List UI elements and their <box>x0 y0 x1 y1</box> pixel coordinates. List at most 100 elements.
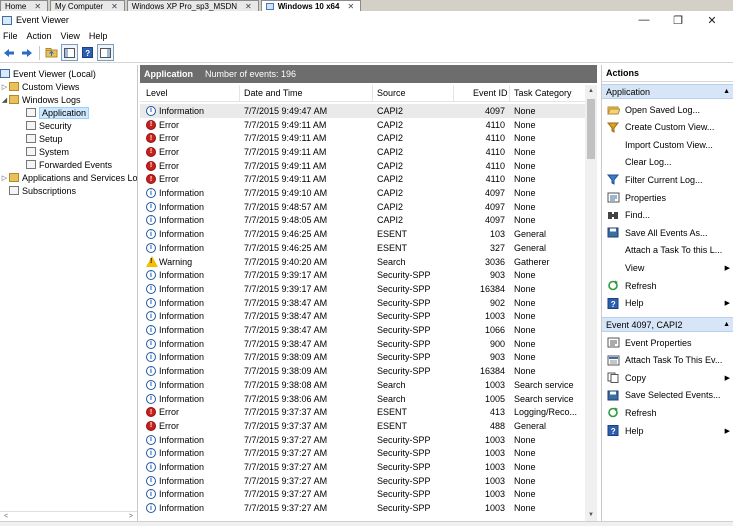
menu-file[interactable]: File <box>0 31 24 41</box>
table-row[interactable]: i Information 7/7/2015 9:37:27 AM Security-… <box>140 447 585 461</box>
tree-event-viewer-local[interactable]: Event Viewer (Local) <box>0 67 96 80</box>
table-row[interactable]: ! Error 7/7/2015 9:37:37 AM ESENT 413 Logging… <box>140 405 585 419</box>
action-item[interactable]: Attach Task To This Ev... <box>602 352 733 369</box>
table-row[interactable]: i Information 7/7/2015 9:38:08 AM Search 100… <box>140 378 585 392</box>
table-row[interactable]: ! Error 7/7/2015 9:49:11 AM CAPI2 4110 None <box>140 131 585 145</box>
table-row[interactable]: i Information 7/7/2015 9:38:09 AM Security-… <box>140 351 585 365</box>
column-level[interactable]: Level <box>146 88 168 98</box>
action-item[interactable]: View ▶ <box>602 259 733 276</box>
actions-section-application[interactable]: Application ▲ <box>602 84 733 99</box>
tree-horizontal-scrollbar[interactable]: < > <box>0 511 137 521</box>
tree-log-forwarded-events[interactable]: Forwarded Events <box>26 158 112 171</box>
event-grid-scrollbar[interactable]: ▲ ▼ <box>585 85 597 521</box>
tree-log-security[interactable]: Security <box>26 119 72 132</box>
table-row[interactable]: ! Error 7/7/2015 9:49:11 AM CAPI2 4110 None <box>140 145 585 159</box>
table-row[interactable]: i Information 7/7/2015 9:37:27 AM Security-… <box>140 433 585 447</box>
column-divider[interactable] <box>509 85 510 102</box>
tree-custom-views[interactable]: ▷ Custom Views <box>1 80 80 93</box>
table-row[interactable]: i Information 7/7/2015 9:38:47 AM Security-… <box>140 310 585 324</box>
actions-section-event[interactable]: Event 4097, CAPI2 ▲ <box>602 317 733 332</box>
scroll-left-icon[interactable]: < <box>4 513 8 520</box>
show-hide-console-tree-icon[interactable] <box>61 44 78 61</box>
tree-log-setup[interactable]: Setup <box>26 132 63 145</box>
action-item[interactable]: Refresh <box>602 404 733 421</box>
action-item[interactable]: Refresh <box>602 277 733 294</box>
column-divider[interactable] <box>239 85 240 102</box>
table-row[interactable]: ! Error 7/7/2015 9:49:11 AM CAPI2 4110 None <box>140 173 585 187</box>
back-arrow-icon[interactable] <box>0 44 17 61</box>
column-source[interactable]: Source <box>377 88 406 98</box>
scroll-right-icon[interactable]: > <box>129 513 133 520</box>
help-icon[interactable]: ? <box>79 44 96 61</box>
action-item[interactable]: ? Help ▶ <box>602 422 733 439</box>
action-item[interactable]: Find... <box>602 207 733 224</box>
table-row[interactable]: ! Warning 7/7/2015 9:40:20 AM Search 3036 Gat… <box>140 255 585 269</box>
action-item[interactable]: Save Selected Events... <box>602 387 733 404</box>
maximize-button[interactable]: ❐ <box>661 11 695 29</box>
tree-windows-logs[interactable]: ◢ Windows Logs <box>1 93 81 106</box>
column-date-time[interactable]: Date and Time <box>244 88 303 98</box>
table-row[interactable]: i Information 7/7/2015 9:39:17 AM Security-… <box>140 282 585 296</box>
table-row[interactable]: ! Error 7/7/2015 9:37:37 AM ESENT 488 General <box>140 419 585 433</box>
expand-arrow-icon[interactable]: ▷ <box>1 83 8 91</box>
table-row[interactable]: i Information 7/7/2015 9:37:27 AM Security-… <box>140 501 585 515</box>
action-item[interactable]: Properties <box>602 189 733 206</box>
up-folder-icon[interactable] <box>43 44 60 61</box>
table-row[interactable]: i Information 7/7/2015 9:46:25 AM ESENT 103 G… <box>140 227 585 241</box>
close-tab-icon[interactable]: ✕ <box>34 2 41 11</box>
menu-help[interactable]: Help <box>86 31 114 41</box>
vm-tab[interactable]: Windows 10 x64 ✕ <box>260 0 362 11</box>
action-item[interactable]: Import Custom View... <box>602 136 733 153</box>
table-row[interactable]: i Information 7/7/2015 9:37:27 AM Security-… <box>140 474 585 488</box>
action-item[interactable]: Attach a Task To this L... <box>602 242 733 259</box>
show-hide-action-pane-icon[interactable] <box>97 44 114 61</box>
table-row[interactable]: i Information 7/7/2015 9:38:06 AM Search 100… <box>140 392 585 406</box>
column-task-category[interactable]: Task Category <box>514 88 572 98</box>
action-item[interactable]: Filter Current Log... <box>602 171 733 188</box>
menu-view[interactable]: View <box>58 31 86 41</box>
scroll-up-icon[interactable]: ▲ <box>585 85 597 97</box>
table-row[interactable]: i Information 7/7/2015 9:49:47 AM CAPI2 4097… <box>140 104 585 118</box>
scroll-down-icon[interactable]: ▼ <box>585 509 597 521</box>
collapse-arrow-icon[interactable]: ◢ <box>1 96 8 104</box>
table-row[interactable]: i Information 7/7/2015 9:46:25 AM ESENT 327 G… <box>140 241 585 255</box>
tree-log-system[interactable]: System <box>26 145 69 158</box>
column-divider[interactable] <box>372 85 373 102</box>
column-divider[interactable] <box>453 85 454 102</box>
table-row[interactable]: i Information 7/7/2015 9:48:57 AM CAPI2 4097… <box>140 200 585 214</box>
action-item[interactable]: Create Custom View... <box>602 119 733 136</box>
close-tab-icon[interactable]: ✕ <box>111 2 118 11</box>
table-row[interactable]: i Information 7/7/2015 9:37:27 AM Security-… <box>140 460 585 474</box>
action-item[interactable]: Open Saved Log... <box>602 101 733 118</box>
action-item[interactable]: Clear Log... <box>602 154 733 171</box>
table-row[interactable]: i Information 7/7/2015 9:49:10 AM CAPI2 4097… <box>140 186 585 200</box>
action-item[interactable]: ? Help ▶ <box>602 295 733 312</box>
expand-arrow-icon[interactable]: ▷ <box>1 174 8 182</box>
action-item[interactable]: Event Properties <box>602 334 733 351</box>
table-row[interactable]: i Information 7/7/2015 9:39:17 AM Security-… <box>140 268 585 282</box>
close-tab-icon[interactable]: ✕ <box>347 2 354 11</box>
scroll-thumb[interactable] <box>587 99 595 159</box>
action-item[interactable]: Copy ▶ <box>602 369 733 386</box>
tree-subscriptions[interactable]: Subscriptions <box>9 184 76 197</box>
collapse-section-icon[interactable]: ▲ <box>723 321 730 328</box>
menu-action[interactable]: Action <box>24 31 58 41</box>
close-button[interactable]: ✕ <box>695 11 729 29</box>
collapse-section-icon[interactable]: ▲ <box>723 88 730 95</box>
vm-tab[interactable]: My Computer ✕ <box>50 0 125 11</box>
forward-arrow-icon[interactable] <box>18 44 35 61</box>
table-row[interactable]: i Information 7/7/2015 9:38:47 AM Security-… <box>140 337 585 351</box>
table-row[interactable]: i Information 7/7/2015 9:38:47 AM Security-… <box>140 296 585 310</box>
column-event-id[interactable]: Event ID <box>473 88 508 98</box>
vm-tab[interactable]: Home ✕ <box>0 0 49 11</box>
table-row[interactable]: i Information 7/7/2015 9:48:05 AM CAPI2 4097… <box>140 214 585 228</box>
vm-tab[interactable]: Windows XP Pro_sp3_MSDN ✕ <box>126 0 259 11</box>
table-row[interactable]: ! Error 7/7/2015 9:49:11 AM CAPI2 4110 None <box>140 159 585 173</box>
table-row[interactable]: i Information 7/7/2015 9:37:27 AM Security-… <box>140 488 585 502</box>
action-item[interactable]: Save All Events As... <box>602 224 733 241</box>
table-row[interactable]: ! Error 7/7/2015 9:49:11 AM CAPI2 4110 None <box>140 118 585 132</box>
close-tab-icon[interactable]: ✕ <box>245 2 252 11</box>
tree-applications-and-services[interactable]: ▷ Applications and Services Lo <box>1 171 137 184</box>
table-row[interactable]: i Information 7/7/2015 9:38:47 AM Security-… <box>140 323 585 337</box>
tree-log-application[interactable]: Application <box>26 106 90 119</box>
